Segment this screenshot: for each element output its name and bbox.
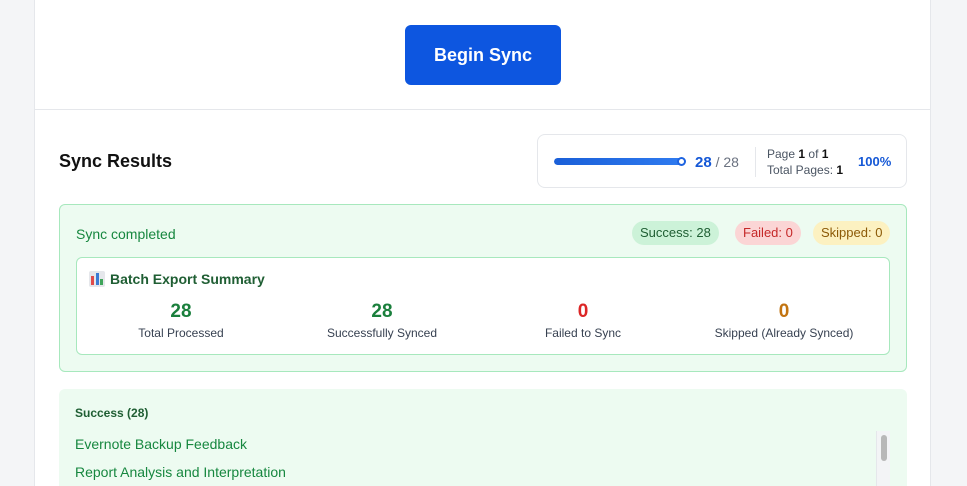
scrollbar-thumb[interactable] xyxy=(881,435,887,461)
total-pages-value: 1 xyxy=(836,163,844,177)
stat-value: 28 xyxy=(371,301,393,322)
page-line: Page 1 of 1 xyxy=(767,146,843,162)
total-pages-label: Total Pages: xyxy=(767,163,834,177)
divider xyxy=(755,147,756,177)
progress-panel: 28 / 28 Page 1 of 1 Total Pages: 1 100% xyxy=(537,134,907,188)
list-item[interactable]: Report Analysis and Interpretation xyxy=(75,464,286,480)
summary-title: Batch Export Summary xyxy=(89,271,265,287)
stat-total-processed: 28 Total Processed xyxy=(81,300,281,340)
success-list-box: Success (28) Evernote Backup Feedback Re… xyxy=(59,389,907,486)
sync-card: Begin Sync Sync Results 28 / 28 Page 1 o… xyxy=(34,0,931,486)
progress-bar-fill xyxy=(554,158,684,165)
progress-percent: 100% xyxy=(858,154,892,169)
page-current: 1 xyxy=(798,147,806,161)
stat-value: 28 xyxy=(170,301,192,322)
failed-badge: Failed: 0 xyxy=(735,221,801,245)
begin-sync-button[interactable]: Begin Sync xyxy=(405,25,561,85)
stat-failed-to-sync: 0 Failed to Sync xyxy=(483,300,683,340)
stat-value: 0 xyxy=(577,301,589,322)
page-of: of xyxy=(808,147,819,161)
sync-results-title: Sync Results xyxy=(59,151,173,171)
page-info: Page 1 of 1 Total Pages: 1 xyxy=(767,146,843,178)
progress-knob xyxy=(677,157,686,166)
stat-value: 0 xyxy=(778,301,790,322)
success-badge: Success: 28 xyxy=(632,221,719,245)
stat-skipped: 0 Skipped (Already Synced) xyxy=(684,300,884,340)
list-item[interactable]: Evernote Backup Feedback xyxy=(75,436,247,452)
sync-action-section: Begin Sync xyxy=(35,0,930,110)
success-list-header: Success (28) xyxy=(75,406,149,420)
progress-current: 28 xyxy=(695,154,712,171)
progress-bar xyxy=(554,158,684,165)
progress-total: / 28 xyxy=(715,154,739,170)
skipped-badge: Skipped: 0 xyxy=(813,221,891,245)
sync-status-text: Sync completed xyxy=(76,226,176,242)
stat-label: Successfully Synced xyxy=(326,326,438,340)
total-pages-line: Total Pages: 1 xyxy=(767,162,843,178)
page-total: 1 xyxy=(821,147,829,161)
bar-chart-icon xyxy=(89,271,105,287)
summary-title-text: Batch Export Summary xyxy=(110,271,265,287)
page-label: Page xyxy=(767,147,796,161)
success-list-scrollbar[interactable] xyxy=(876,431,890,486)
sync-status-box: Sync completed Success: 28 Failed: 0 Ski… xyxy=(59,204,907,372)
stat-label: Failed to Sync xyxy=(544,326,622,340)
stat-successfully-synced: 28 Successfully Synced xyxy=(282,300,482,340)
stat-label: Total Processed xyxy=(138,326,224,340)
progress-count: 28 / 28 xyxy=(695,154,739,171)
stat-label: Skipped (Already Synced) xyxy=(714,326,854,340)
batch-export-summary: Batch Export Summary 28 Total Processed … xyxy=(76,257,890,355)
